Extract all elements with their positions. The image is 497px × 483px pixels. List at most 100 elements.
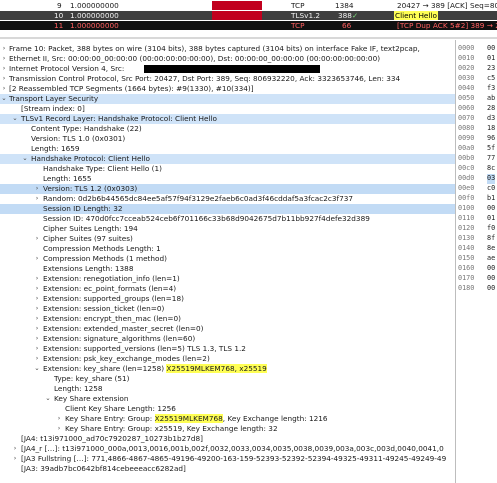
tree-node-ja4r[interactable]: › [JA4_r […]: t13i971000_000a,0013,0016,…: [0, 444, 455, 454]
tree-leaf[interactable]: [Stream index: 0]: [0, 104, 455, 114]
tree-node-reassembled[interactable]: › [2 Reassembled TCP Segments (1664 byte…: [0, 84, 455, 94]
tree-node-tcp[interactable]: › Transmission Control Protocol, Src Por…: [0, 74, 455, 84]
hex-row: 0120 f0: [458, 224, 496, 232]
expand-arrow-icon[interactable]: ›: [1, 44, 7, 54]
collapse-arrow-icon[interactable]: ⌄: [45, 394, 51, 404]
tree-leaf[interactable]: Length: 1659: [0, 144, 455, 154]
expand-arrow-icon[interactable]: ›: [34, 274, 40, 284]
pane-splitter[interactable]: [0, 37, 497, 39]
hex-row: 0160 00: [458, 264, 496, 272]
expand-arrow-icon[interactable]: ›: [34, 194, 40, 204]
tree-node-extension[interactable]: › Extension: supported_groups (len=18): [0, 294, 455, 304]
expand-arrow-icon[interactable]: ›: [1, 84, 7, 94]
expand-arrow-icon[interactable]: ›: [34, 254, 40, 264]
tree-leaf-ja4[interactable]: [JA4: t13i971000_ad70c7920287_10273b1b27…: [0, 434, 455, 444]
expand-arrow-icon[interactable]: ›: [34, 304, 40, 314]
expand-arrow-icon[interactable]: ›: [1, 74, 7, 84]
tree-node-extension[interactable]: › Extension: session_ticket (len=0): [0, 304, 455, 314]
expand-arrow-icon[interactable]: ›: [1, 64, 7, 74]
tree-leaf[interactable]: Handshake Type: Client Hello (1): [0, 164, 455, 174]
expand-arrow-icon[interactable]: ›: [12, 444, 18, 454]
tree-node-cipher-suites[interactable]: › Cipher Suites (97 suites): [0, 234, 455, 244]
expand-arrow-icon[interactable]: ›: [34, 324, 40, 334]
hex-dump-pane[interactable]: 0000 00 0010 01 0020 23 0030 c5 0040 f3 0050 a…: [456, 40, 497, 483]
tree-node-extension[interactable]: › Extension: ec_point_formats (len=4): [0, 284, 455, 294]
tree-node-extension[interactable]: › Extension: signature_algorithms (len=6…: [0, 334, 455, 344]
tree-leaf-ja3[interactable]: [JA3: 39adb7bc0642bf814cebeeeacc6282ad]: [0, 464, 455, 474]
expand-arrow-icon[interactable]: ›: [34, 284, 40, 294]
tree-node-handshake[interactable]: ⌄ Handshake Protocol: Client Hello: [0, 154, 455, 164]
tree-leaf[interactable]: Version: TLS 1.0 (0x0301): [0, 134, 455, 144]
packet-details-tree: › Frame 10: Packet, 388 bytes on wire (3…: [0, 40, 456, 483]
tree-node-version-selected[interactable]: › Version: TLS 1.2 (0x0303): [0, 184, 455, 194]
expand-arrow-icon[interactable]: ›: [34, 314, 40, 324]
expand-arrow-icon[interactable]: ›: [1, 54, 7, 64]
tree-node-ipv4[interactable]: › Internet Protocol Version 4, Src:: [0, 64, 455, 74]
collapse-arrow-icon[interactable]: ⌄: [34, 364, 40, 374]
tree-node-key-share-ext[interactable]: ⌄ Key Share extension: [0, 394, 455, 404]
tree-node-ja3-fullstring[interactable]: › [JA3 Fullstring […]: 771,4866-4867-486…: [0, 454, 455, 464]
packet-no: 11: [54, 21, 64, 30]
tree-node-tls-record[interactable]: ⌄ TLSv1 Record Layer: Handshake Protocol…: [0, 114, 455, 124]
tree-node-extension[interactable]: › Extension: supported_versions (len=5) …: [0, 344, 455, 354]
hex-row: 0030 c5: [458, 74, 496, 82]
key-share-groups-highlight: X25519MLKEM768, x25519: [166, 364, 267, 373]
tree-node-key-share-entry[interactable]: › Key Share Entry: Group: x25519, Key Ex…: [0, 424, 455, 434]
tree-node-extension[interactable]: › Extension: psk_key_exchange_modes (len…: [0, 354, 455, 364]
hex-row: 00e0 c0: [458, 184, 496, 192]
hex-row: 00d0 03: [458, 174, 496, 184]
expand-arrow-icon[interactable]: ›: [56, 424, 62, 434]
expand-arrow-icon[interactable]: ›: [34, 334, 40, 344]
packet-row-selected[interactable]: 10 1.000000000 TLSv1.2 388 ✓ Client Hell…: [0, 11, 497, 20]
hex-row: 00c0 8c: [458, 164, 496, 172]
packet-row[interactable]: 11 1.000000000 TCP 66 [TCP Dup ACK 5#2] …: [0, 21, 497, 30]
tree-node-key-share-entry[interactable]: › Key Share Entry: Group: X25519MLKEM768…: [0, 414, 455, 424]
tree-node-key-share[interactable]: ⌄ Extension: key_share (len=1258) X25519…: [0, 364, 455, 374]
packet-row[interactable]: 9 1.000000000 TCP 1384 20427 → 389 [ACK]…: [0, 1, 497, 10]
expand-arrow-icon[interactable]: ›: [56, 414, 62, 424]
tree-leaf[interactable]: Type: key_share (51): [0, 374, 455, 384]
expand-arrow-icon[interactable]: ›: [12, 454, 18, 464]
hex-row: 0050 ab: [458, 94, 496, 102]
packet-time: 1.000000000: [70, 1, 119, 10]
tree-leaf[interactable]: Cipher Suites Length: 194: [0, 224, 455, 234]
hex-row: 0140 8e: [458, 244, 496, 252]
tree-leaf[interactable]: Content Type: Handshake (22): [0, 124, 455, 134]
tree-leaf[interactable]: Compression Methods Length: 1: [0, 244, 455, 254]
expand-arrow-icon[interactable]: ›: [34, 184, 40, 194]
packet-len: 66: [342, 21, 352, 30]
expand-arrow-icon[interactable]: ›: [34, 294, 40, 304]
hex-row: 0130 8f: [458, 234, 496, 242]
tree-leaf[interactable]: Length: 1655: [0, 174, 455, 184]
hex-row: 00b0 77: [458, 154, 496, 162]
tree-node-extension[interactable]: › Extension: renegotiation_info (len=1): [0, 274, 455, 284]
tree-node-compression[interactable]: › Compression Methods (1 method): [0, 254, 455, 264]
packet-info: 20427 → 389 [ACK] Seq=806: [397, 1, 497, 10]
hex-row: 0090 96: [458, 134, 496, 142]
tree-node-frame[interactable]: › Frame 10: Packet, 388 bytes on wire (3…: [0, 44, 455, 54]
expand-arrow-icon[interactable]: ›: [34, 234, 40, 244]
tree-leaf[interactable]: Length: 1258: [0, 384, 455, 394]
packet-time: 1.000000000: [70, 21, 119, 30]
tree-leaf[interactable]: Client Key Share Length: 1256: [0, 404, 455, 414]
packet-info: Client Hello: [394, 11, 438, 20]
expand-arrow-icon[interactable]: ›: [34, 344, 40, 354]
tree-node-extension[interactable]: › Extension: extended_master_secret (len…: [0, 324, 455, 334]
hex-row: 0110 01: [458, 214, 496, 222]
tree-node-extension[interactable]: › Extension: encrypt_then_mac (len=0): [0, 314, 455, 324]
packet-no: 10: [54, 11, 64, 20]
expand-arrow-icon[interactable]: ›: [34, 354, 40, 364]
collapse-arrow-icon[interactable]: ⌄: [12, 114, 18, 124]
tree-leaf[interactable]: Session ID: 470d0fcc7cceab524ceb6f701166…: [0, 214, 455, 224]
collapse-arrow-icon[interactable]: ⌄: [1, 94, 7, 104]
tree-leaf-session-id-length[interactable]: Session ID Length: 32: [0, 204, 455, 214]
tree-node-tls[interactable]: ⌄ Transport Layer Security: [0, 94, 455, 104]
collapse-arrow-icon[interactable]: ⌄: [22, 154, 28, 164]
hex-row: 0080 18: [458, 124, 496, 132]
tree-leaf[interactable]: Extensions Length: 1388: [0, 264, 455, 274]
tree-node-random[interactable]: › Random: 0d2b6b44565dc84ee5af57f94f3129…: [0, 194, 455, 204]
packet-time: 1.000000000: [70, 11, 119, 20]
group-highlight: X25519MLKEM768: [154, 414, 223, 423]
hex-row: 0040 f3: [458, 84, 496, 92]
tree-node-ethernet[interactable]: › Ethernet II, Src: 00:00:00_00:00:00 (0…: [0, 54, 455, 64]
